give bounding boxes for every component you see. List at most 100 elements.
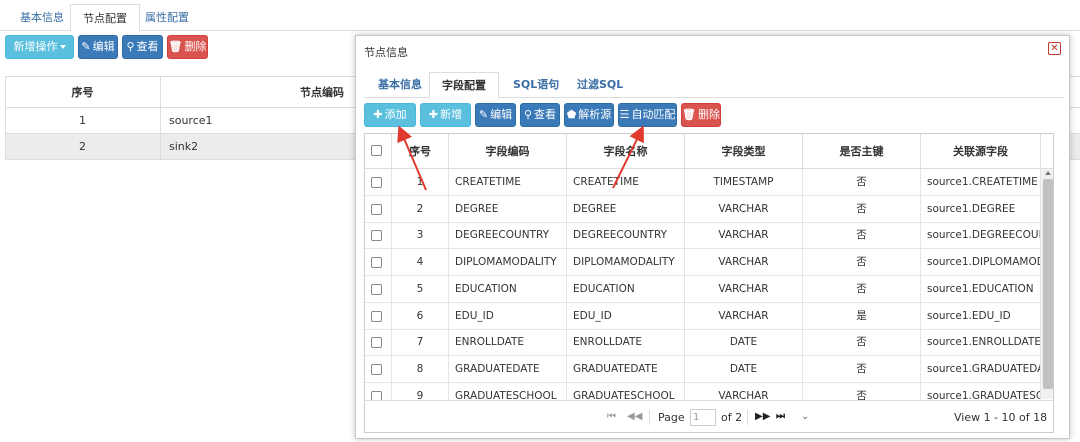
tab-attribute-config[interactable]: 属性配置 [133, 4, 201, 31]
cell-field-name: EDU_ID [567, 302, 685, 330]
dialog-tab-bar: 基本信息 字段配置 SQL语句 过滤SQL [364, 72, 1064, 99]
table-row[interactable]: 8 GRADUATEDATE GRADUATEDATE DATE 否 source1.GR… [365, 355, 1053, 383]
next-page-icon[interactable]: ▶▶ [755, 411, 770, 422]
tab-filter-sql[interactable]: 过滤SQL [565, 72, 635, 98]
table-row[interactable]: 2 DEGREE DEGREE VARCHAR 否 source1.DEGREE [365, 195, 1053, 223]
cell-field-type: VARCHAR [685, 195, 803, 223]
row-node-code: sink2 [169, 140, 199, 153]
header-index: 序号 [392, 134, 449, 169]
tab-basic-info[interactable]: 基本信息 [8, 4, 76, 31]
vertical-scrollbar[interactable] [1040, 169, 1053, 399]
cell-field-name: DIPLOMAMODALITY [567, 249, 685, 277]
row-checkbox[interactable] [371, 337, 382, 349]
row-checkbox[interactable] [371, 203, 382, 215]
row-checkbox[interactable] [371, 283, 382, 295]
delete-node-button[interactable]: 🗑 删除 [167, 35, 208, 59]
cell-field-type: TIMESTAMP [685, 169, 803, 196]
tab-basic-info[interactable]: 基本信息 [366, 72, 434, 98]
table-row[interactable]: 1 CREATETIME CREATETIME TIMESTAMP 否 source1.C… [365, 169, 1053, 196]
cell-primary-key: 是 [803, 302, 921, 330]
cell-field-type: VARCHAR [685, 222, 803, 250]
field-grid: 序号 字段编码 字段名称 字段类型 是否主键 关联源字段 1 CREATETIME… [364, 133, 1054, 433]
cell-source-field: source1.EDU_ID [921, 302, 1041, 330]
auto-match-label: 自动匹配 [631, 108, 676, 121]
row-index: 2 [79, 140, 86, 153]
row-index: 1 [79, 114, 86, 127]
view-field-button[interactable]: ⚲ 查看 [520, 103, 560, 127]
add-label: 添加 [384, 108, 407, 121]
table-row[interactable]: 7 ENROLLDATE ENROLLDATE DATE 否 source1.ENROLL… [365, 329, 1053, 357]
view-node-button[interactable]: ⚲ 查看 [122, 35, 163, 59]
list-icon: ☰ [619, 108, 630, 121]
delete-node-label: 删除 [184, 40, 207, 53]
row-checkbox[interactable] [371, 177, 382, 188]
select-all-cell [365, 134, 392, 169]
cell-select [365, 249, 392, 277]
search-icon: ⚲ [523, 108, 533, 121]
tab-node-config[interactable]: 节点配置 [70, 4, 140, 32]
cell-select [365, 329, 392, 357]
view-records-info: View 1 - 10 of 18 [954, 411, 1048, 424]
header-field-name: 字段名称 [567, 134, 685, 169]
cell-index: 8 [392, 355, 449, 383]
cell-primary-key: 否 [803, 222, 921, 250]
row-checkbox[interactable] [371, 310, 382, 322]
first-page-icon[interactable]: ⏮ [607, 411, 616, 422]
edit-field-button[interactable]: ✎ 编辑 [475, 103, 516, 127]
new-operation-dropdown[interactable]: 新增操作 [5, 35, 74, 59]
cell-field-type: VARCHAR [685, 249, 803, 277]
scroll-up-icon[interactable] [1045, 171, 1051, 175]
parse-source-button[interactable]: ⬟ 解析源 [564, 103, 614, 127]
tab-field-config[interactable]: 字段配置 [429, 72, 499, 99]
auto-match-button[interactable]: ☰ 自动匹配 [618, 103, 677, 127]
cell-field-name: GRADUATEDATE [567, 355, 685, 383]
page-count-label: of 2 [721, 411, 743, 424]
table-row[interactable]: 6 EDU_ID EDU_ID VARCHAR 是 source1.EDU_ID [365, 302, 1053, 330]
page-number-input[interactable]: 1 [690, 409, 716, 426]
cell-field-code: DEGREE [449, 195, 567, 223]
cell-index: 3 [392, 222, 449, 250]
last-page-icon[interactable]: ⏭ [776, 411, 785, 422]
view-label: 查看 [534, 108, 557, 121]
prev-page-icon[interactable]: ◀◀ [627, 411, 642, 422]
select-all-checkbox[interactable] [371, 145, 382, 156]
plus-icon: ✚ [373, 108, 383, 121]
row-checkbox[interactable] [371, 230, 382, 242]
cell-field-name: DEGREE [567, 195, 685, 223]
plus-icon: ✚ [428, 108, 439, 121]
cell-field-type: DATE [685, 329, 803, 357]
cell-field-type: VARCHAR [685, 302, 803, 330]
close-icon[interactable]: ✕ [1048, 42, 1061, 55]
search-icon: ⚲ [126, 40, 135, 53]
column-divider [160, 77, 161, 160]
table-row[interactable]: 3 DEGREECOUNTRY DEGREECOUNTRY VARCHAR 否 sourc… [365, 222, 1053, 250]
tag-icon: ⬟ [566, 108, 577, 121]
scrollbar-thumb[interactable] [1043, 179, 1053, 389]
cell-field-name: EDUCATION [567, 275, 685, 303]
cell-select [365, 222, 392, 250]
table-row[interactable]: 4 DIPLOMAMODALITY DIPLOMAMODALITY VARCHAR 否 s… [365, 249, 1053, 277]
rows-per-page-dropdown[interactable]: ⌄ [801, 411, 809, 422]
edit-icon: ✎ [478, 108, 489, 121]
cell-field-type: DATE [685, 355, 803, 383]
cell-primary-key: 否 [803, 195, 921, 223]
cell-select [365, 169, 392, 196]
cell-select [365, 302, 392, 330]
cell-field-code: DEGREECOUNTRY [449, 222, 567, 250]
cell-field-type: VARCHAR [685, 275, 803, 303]
cell-source-field: source1.ENROLLDATE [921, 329, 1041, 357]
cell-field-code: EDU_ID [449, 302, 567, 330]
edit-node-button[interactable]: ✎ 编辑 [78, 35, 118, 59]
header-node-code: 节点编码 [300, 86, 344, 99]
tab-sql-statement[interactable]: SQL语句 [501, 72, 571, 98]
cell-source-field: source1.CREATETIME [921, 169, 1041, 196]
delete-field-button[interactable]: 🗑 删除 [681, 103, 721, 127]
row-checkbox[interactable] [371, 257, 382, 269]
add-field-button[interactable]: ✚ 添加 [364, 103, 416, 127]
row-checkbox[interactable] [371, 363, 382, 375]
row-node-code: source1 [169, 114, 213, 127]
pager-divider [747, 410, 748, 425]
new-field-button[interactable]: ✚ 新增 [420, 103, 471, 127]
table-row[interactable]: 5 EDUCATION EDUCATION VARCHAR 否 source1.EDUCA… [365, 275, 1053, 303]
cell-field-name: CREATETIME [567, 169, 685, 196]
